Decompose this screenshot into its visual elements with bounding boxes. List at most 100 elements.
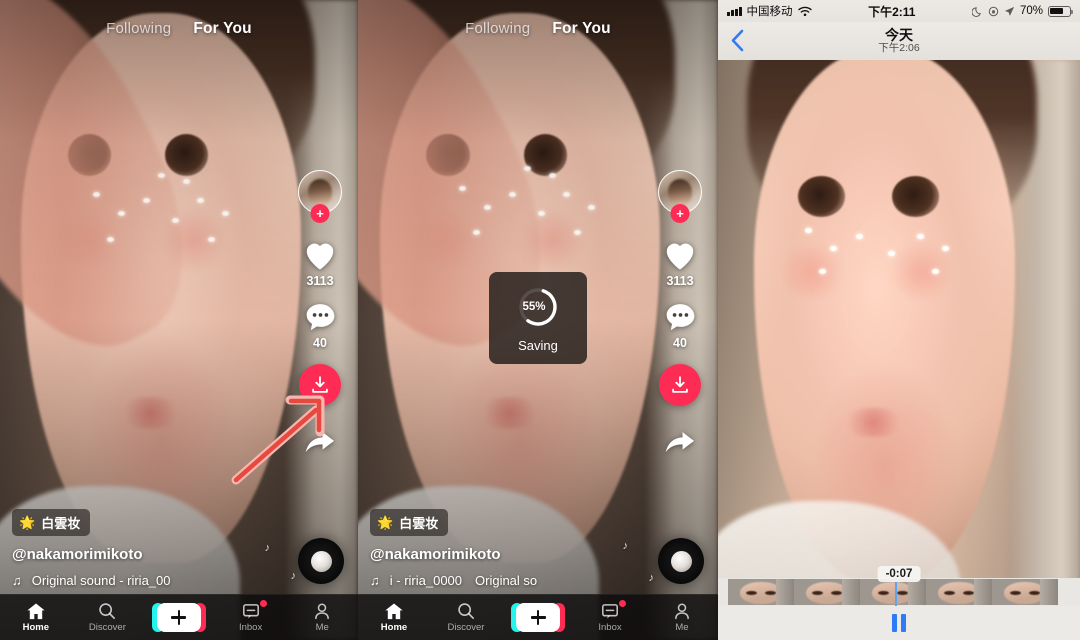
screenshot-stage: Following For You + 3113 40 🌟 白雲妆 @nakam… — [0, 0, 1080, 640]
action-rail: + 3113 40 — [294, 170, 346, 470]
saved-video-frame[interactable] — [718, 60, 1080, 640]
creator-handle-2[interactable]: @nakamorimikoto — [370, 546, 640, 563]
effect-badge[interactable]: 🌟 白雲妆 — [12, 509, 91, 536]
photos-video-area[interactable]: -0:07 — [718, 60, 1080, 640]
nav-label-me: Me — [315, 622, 329, 633]
progress-percent: 55% — [522, 300, 546, 313]
nav-subtitle: 下午2:06 — [878, 42, 920, 55]
tab-following[interactable]: Following — [106, 20, 171, 37]
music-title: Original sound - riria_00 — [31, 573, 171, 588]
nav-title: 今天 — [885, 26, 913, 43]
creator-avatar-wrap[interactable]: + — [298, 170, 342, 223]
p3-cheek-right — [884, 245, 957, 298]
share-button-2[interactable] — [663, 428, 697, 456]
nav-item-me[interactable]: Me — [290, 602, 354, 633]
music-row[interactable]: ♫ Original sound - riria_00 — [12, 573, 280, 588]
comment-button[interactable]: 40 — [304, 302, 337, 350]
music-disc-2[interactable] — [658, 538, 704, 584]
filmstrip-frame — [992, 579, 1058, 605]
download-button[interactable] — [299, 364, 341, 406]
p3-eye-left — [797, 176, 845, 217]
floating-note-icon-2: ♪ — [290, 570, 297, 582]
sparkle-icon-2: 🌟 — [377, 514, 394, 530]
filmstrip-frame — [926, 579, 992, 605]
video-meta: 🌟 白雲妆 @nakamorimikoto ♫ Original sound -… — [12, 509, 280, 588]
nav-label-home: Home — [22, 622, 49, 633]
tab-for-you[interactable]: For You — [193, 20, 252, 38]
music-row-2[interactable]: ♫ i - riria_0000 Original so — [370, 573, 640, 588]
share-arrow-icon — [305, 432, 334, 453]
follow-plus-icon-2[interactable]: + — [670, 204, 690, 223]
p3-lips — [841, 408, 907, 437]
download-icon-2 — [672, 376, 688, 393]
like-button-2[interactable]: 3113 — [663, 240, 697, 288]
filmstrip[interactable] — [728, 579, 1080, 605]
like-count-2: 3113 — [666, 274, 694, 288]
comment-count-2: 40 — [673, 336, 687, 350]
signal-bars-icon — [727, 6, 742, 16]
rotation-lock-icon — [988, 6, 999, 16]
saving-toast: 55% Saving — [489, 272, 587, 364]
like-button[interactable]: 3113 — [303, 240, 337, 288]
inbox-icon-2 — [602, 604, 618, 619]
bottom-nav-bar-2: Home Discover Inbox Me — [358, 594, 718, 640]
nav-item-home[interactable]: Home — [4, 602, 68, 633]
music-note-icon: ♫ — [12, 573, 22, 588]
comment-button-2[interactable]: 40 — [664, 302, 697, 350]
nav-label-home-2: Home — [380, 622, 408, 633]
status-time: 下午2:11 — [868, 4, 916, 19]
tab-for-you-2[interactable]: For You — [552, 20, 611, 38]
download-icon — [312, 376, 328, 393]
create-plus-icon-2[interactable] — [511, 603, 565, 632]
panel-ios-photos: 中国移动 下午2:11 70% 今天 下午2:06 -0:07 — [718, 0, 1080, 640]
creator-avatar-wrap-2[interactable]: + — [658, 170, 702, 223]
tab-following-2[interactable]: Following — [465, 20, 530, 37]
floating-note-icon-4: ♪ — [648, 572, 655, 584]
download-button-wrap[interactable] — [299, 364, 341, 406]
like-count: 3113 — [306, 274, 334, 288]
nav-item-me-2[interactable]: Me — [650, 602, 714, 633]
download-button-wrap-2[interactable] — [659, 364, 701, 406]
creator-handle[interactable]: @nakamorimikoto — [12, 546, 280, 563]
chevron-left-icon[interactable] — [730, 28, 746, 53]
feed-tabs-2: Following For You — [358, 20, 718, 38]
remaining-time-chip: -0:07 — [877, 566, 921, 582]
sparkle-icon: 🌟 — [19, 514, 36, 530]
nav-item-discover-2[interactable]: Discover — [434, 602, 498, 633]
music-disc[interactable] — [298, 538, 344, 584]
nav-item-inbox-2[interactable]: Inbox — [578, 600, 642, 633]
share-arrow-icon-2 — [665, 432, 694, 453]
ios-screen: 中国移动 下午2:11 70% 今天 下午2:06 -0:07 — [718, 0, 1080, 640]
nav-label-discover: Discover — [88, 622, 126, 633]
create-plus-icon[interactable] — [151, 603, 206, 632]
nav-label-discover-2: Discover — [447, 622, 485, 633]
nav-label-inbox: Inbox — [238, 622, 263, 633]
status-right: 70% — [971, 5, 1074, 17]
nav-item-create[interactable] — [147, 603, 211, 632]
download-button-2[interactable] — [659, 364, 701, 406]
music-title-2: i - riria_0000 Original so — [389, 573, 538, 588]
nav-item-create-2[interactable] — [506, 603, 570, 632]
filmstrip-frame — [728, 579, 794, 605]
follow-plus-icon[interactable]: + — [310, 204, 330, 223]
status-left: 中国移动 — [727, 3, 812, 19]
nav-item-home-2[interactable]: Home — [362, 602, 426, 633]
effect-badge-2[interactable]: 🌟 白雲妆 — [370, 509, 449, 536]
inbox-badge — [259, 600, 267, 607]
home-icon — [27, 603, 45, 620]
inbox-icon — [242, 604, 259, 619]
nav-item-discover[interactable]: Discover — [75, 602, 139, 633]
comment-count: 40 — [313, 336, 327, 350]
ios-nav-bar: 今天 下午2:06 — [718, 22, 1080, 60]
p3-eye-right — [891, 176, 939, 217]
heart-icon — [306, 243, 334, 270]
nav-item-inbox[interactable]: Inbox — [219, 600, 283, 633]
video-scrubber[interactable] — [718, 578, 1080, 606]
comment-icon — [306, 304, 334, 331]
progress-spinner: 55% — [515, 284, 561, 330]
share-button[interactable] — [303, 428, 337, 456]
scrubber-playhead[interactable] — [895, 578, 898, 606]
p3-cheek-left — [775, 245, 849, 298]
pause-icon[interactable] — [892, 614, 906, 632]
saving-label: Saving — [518, 337, 558, 353]
